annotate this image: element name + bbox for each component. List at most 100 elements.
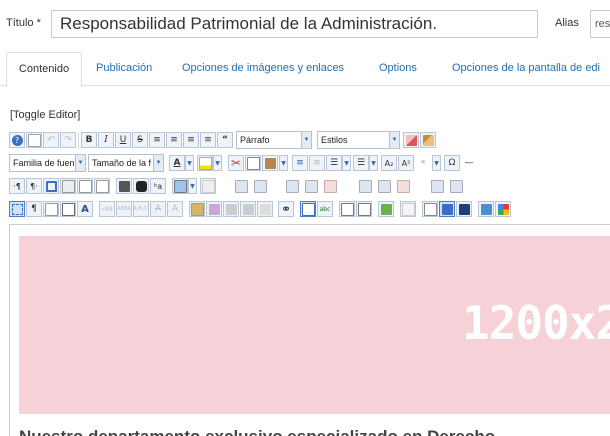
print-icon[interactable] bbox=[116, 178, 132, 194]
underline-button[interactable]: U bbox=[115, 132, 131, 148]
fullscreen-icon[interactable] bbox=[43, 178, 59, 194]
bullet-list-icon[interactable]: ☰ bbox=[353, 155, 369, 171]
page-icon[interactable] bbox=[422, 201, 438, 217]
cell-split-icon[interactable] bbox=[395, 178, 411, 194]
alias-input[interactable] bbox=[590, 10, 610, 38]
numbered-list-icon[interactable]: ☰ bbox=[326, 155, 342, 171]
eraser-icon[interactable] bbox=[403, 132, 419, 148]
font-family-select[interactable]: Familia de fuen ▼ bbox=[9, 154, 86, 172]
template-icon[interactable] bbox=[43, 201, 59, 217]
anchor-box-icon[interactable] bbox=[300, 201, 316, 217]
del-button[interactable]: A bbox=[150, 201, 166, 217]
table-col-after-icon[interactable] bbox=[303, 178, 319, 194]
chevron-down-icon[interactable]: ▼ bbox=[279, 155, 288, 171]
ins-button[interactable]: A bbox=[167, 201, 183, 217]
styles-select-value: Estilos bbox=[321, 135, 348, 145]
ltr-button[interactable]: ·¶ bbox=[9, 178, 25, 194]
film-icon[interactable] bbox=[456, 201, 472, 217]
rtl-button[interactable]: ¶· bbox=[26, 178, 42, 194]
chevron-down-icon[interactable]: ▼ bbox=[213, 155, 222, 171]
tab-contenido[interactable]: Contenido bbox=[6, 52, 82, 87]
cleanup-brush-icon[interactable] bbox=[420, 132, 436, 148]
paste-icon[interactable] bbox=[262, 155, 278, 171]
add-document-icon[interactable] bbox=[378, 201, 394, 217]
format-select[interactable]: Párrafo ▼ bbox=[236, 131, 312, 149]
align-right-icon[interactable]: ≡ bbox=[200, 132, 216, 148]
wordcount-icon[interactable] bbox=[240, 201, 256, 217]
superscript-button[interactable]: A² bbox=[398, 155, 414, 171]
readmore-icon[interactable] bbox=[257, 201, 273, 217]
tab-options[interactable]: Options bbox=[379, 52, 417, 85]
font-size-select[interactable]: Tamaño de la f ▼ bbox=[88, 154, 164, 172]
chevron-down-icon[interactable]: ▼ bbox=[185, 155, 194, 171]
blank-doc-icon[interactable] bbox=[400, 201, 416, 217]
subscript-button[interactable]: A₂ bbox=[381, 155, 397, 171]
media-icon[interactable] bbox=[439, 201, 455, 217]
style-props-button[interactable]: A bbox=[77, 201, 93, 217]
download-icon[interactable] bbox=[478, 201, 494, 217]
insert-layer-icon[interactable] bbox=[60, 201, 76, 217]
table-row-before-icon[interactable] bbox=[233, 178, 249, 194]
highlight-color-icon[interactable] bbox=[197, 155, 213, 171]
tab-publicacion[interactable]: Publicación bbox=[96, 52, 152, 85]
bold-button[interactable]: B bbox=[81, 132, 97, 148]
italic-button[interactable]: I bbox=[98, 132, 114, 148]
align-justify-icon[interactable]: ≡ bbox=[149, 132, 165, 148]
visual-aid-icon[interactable] bbox=[9, 201, 25, 217]
abbr-button[interactable]: ABBR bbox=[116, 201, 132, 217]
editor-content-area[interactable]: 1200x20 Nuestro departamento exclusivo e… bbox=[9, 224, 610, 436]
source-code-icon[interactable] bbox=[77, 178, 93, 194]
blockquote-button[interactable]: “ bbox=[217, 132, 233, 148]
font-color-button[interactable]: A bbox=[169, 155, 185, 171]
special-char-button[interactable]: Ω bbox=[444, 155, 460, 171]
show-blocks-button[interactable]: ¶ bbox=[26, 201, 42, 217]
align-center-blue-icon[interactable]: ≡ bbox=[292, 155, 308, 171]
table-delete-col-icon[interactable] bbox=[322, 178, 338, 194]
cite-button[interactable]: «99 bbox=[99, 201, 115, 217]
nonbreaking-icon[interactable] bbox=[206, 201, 222, 217]
spellcheck-button[interactable]: abc bbox=[317, 201, 333, 217]
insert-layer2-icon[interactable] bbox=[339, 201, 355, 217]
undo-icon[interactable]: ↶ bbox=[43, 132, 59, 148]
binoculars-icon[interactable] bbox=[133, 178, 149, 194]
styles-select[interactable]: Estilos ▼ bbox=[317, 131, 400, 149]
pagebreak-icon[interactable] bbox=[223, 201, 239, 217]
table-row-after-icon[interactable] bbox=[252, 178, 268, 194]
editor-toolbar: ? ↶ ↷ B I U S ≡ ≡ ≡ ≡ “ Párrafo ▼ Estilo… bbox=[9, 130, 610, 222]
help-icon[interactable]: ? bbox=[9, 132, 25, 148]
unlink-icon[interactable]: ⚭ bbox=[415, 155, 431, 171]
acronym-button[interactable]: A.B.C. bbox=[133, 201, 149, 217]
tab-pantalla-edicion[interactable]: Opciones de la pantalla de edi bbox=[452, 52, 600, 85]
chevron-down-icon[interactable]: ▼ bbox=[432, 155, 441, 171]
table-col-before-icon[interactable] bbox=[284, 178, 300, 194]
tab-imagenes-enlaces[interactable]: Opciones de imágenes y enlaces bbox=[182, 52, 344, 85]
indent-icon[interactable]: ≡ bbox=[309, 155, 325, 171]
link-icon[interactable]: ⚭ bbox=[278, 201, 294, 217]
align-center-icon[interactable]: ≡ bbox=[166, 132, 182, 148]
horizontal-rule-icon[interactable]: — bbox=[461, 155, 477, 171]
paste-text-icon[interactable] bbox=[60, 178, 76, 194]
insert-image-icon[interactable] bbox=[172, 178, 188, 194]
align-left-icon[interactable]: ≡ bbox=[183, 132, 199, 148]
remove-image-icon[interactable] bbox=[200, 178, 216, 194]
title-input[interactable] bbox=[51, 10, 538, 38]
table-delete-icon[interactable] bbox=[448, 178, 464, 194]
insert-frame-icon[interactable] bbox=[356, 201, 372, 217]
redo-icon[interactable]: ↷ bbox=[60, 132, 76, 148]
cell-merge-icon[interactable] bbox=[376, 178, 392, 194]
toggle-editor-link[interactable]: [Toggle Editor] bbox=[10, 109, 80, 121]
cell-props-icon[interactable] bbox=[357, 178, 373, 194]
chevron-down-icon[interactable]: ▼ bbox=[342, 155, 351, 171]
chevron-down-icon: ▼ bbox=[301, 132, 311, 148]
cut-icon[interactable]: ✂ bbox=[228, 155, 244, 171]
preview-icon[interactable] bbox=[94, 178, 110, 194]
copy-icon[interactable] bbox=[245, 155, 261, 171]
new-document-icon[interactable] bbox=[26, 132, 42, 148]
attributes-icon[interactable] bbox=[189, 201, 205, 217]
chevron-down-icon[interactable]: ▼ bbox=[188, 178, 197, 194]
find-replace-button[interactable]: ᵇa bbox=[150, 178, 166, 194]
google-icon[interactable] bbox=[495, 201, 511, 217]
table-props-icon[interactable] bbox=[429, 178, 445, 194]
chevron-down-icon[interactable]: ▼ bbox=[369, 155, 378, 171]
strikethrough-button[interactable]: S bbox=[132, 132, 148, 148]
